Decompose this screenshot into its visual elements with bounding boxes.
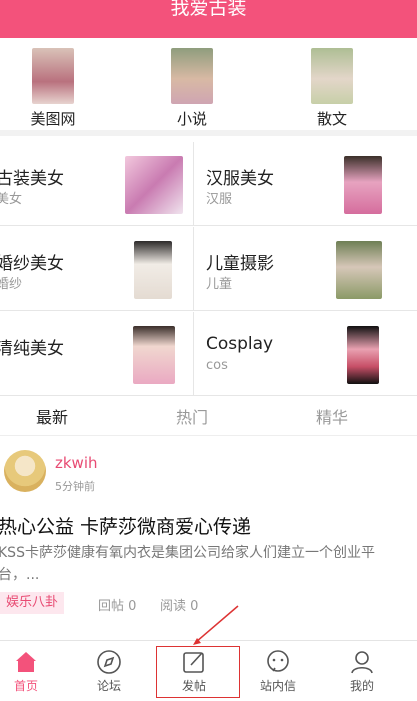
- category-sanwen[interactable]: 散文: [292, 48, 372, 129]
- grid-item-hanfu[interactable]: 汉服美女 汉服: [193, 142, 417, 226]
- grid-item-subtitle: cos: [206, 358, 228, 373]
- page-title: 我爱古装: [170, 0, 247, 19]
- girl-photo-thumb: [311, 48, 353, 104]
- category-label: 小说: [176, 110, 207, 128]
- grid-item-hunsha[interactable]: 婚纱美女 婚纱: [0, 227, 208, 311]
- grid-item-guzhuang[interactable]: 古装美女 美女: [0, 142, 208, 226]
- post-author[interactable]: zkwih: [55, 454, 98, 472]
- grid-item-title: 婚纱美女: [0, 254, 64, 274]
- grid-item-subtitle: 儿童: [206, 277, 233, 292]
- post-card[interactable]: zkwih 5分钟前 热心公益 卡萨莎微商爱心传递 KSS卡萨莎健康有氧内衣是集…: [0, 436, 417, 636]
- grid-item-title: 儿童摄影: [206, 254, 274, 274]
- category-xiaoshuo[interactable]: 小说: [152, 48, 232, 129]
- nav-home[interactable]: 首页: [0, 641, 61, 701]
- photo-thumb: [134, 241, 172, 299]
- nav-label: 站内信: [259, 679, 296, 693]
- photo-thumb: [133, 326, 175, 384]
- annotation-box: [156, 646, 240, 698]
- grid-item-subtitle: 婚纱: [0, 277, 23, 292]
- post-excerpt: KSS卡萨莎健康有氧内衣是集团公司给家人们建立一个创业平台，...: [0, 545, 375, 583]
- avatar[interactable]: [4, 450, 46, 492]
- category-grid: 古装美女 美女 汉服美女 汉服 婚纱美女 婚纱 儿童摄影 儿童 清纯美女 Cos…: [0, 142, 417, 396]
- grid-item-ertong[interactable]: 儿童摄影 儿童: [193, 227, 417, 311]
- grid-item-qingchun[interactable]: 清纯美女: [0, 312, 208, 396]
- tab-hot[interactable]: 热门: [176, 404, 208, 428]
- tab-latest[interactable]: 最新: [36, 404, 68, 428]
- grid-item-subtitle: 汉服: [206, 192, 233, 207]
- photo-thumb: [336, 241, 382, 299]
- reply-count: 回帖 0: [98, 599, 137, 614]
- read-count: 阅读 0: [160, 599, 199, 614]
- category-badge[interactable]: 娱乐八卦: [0, 592, 65, 614]
- app-header: 我爱古装: [0, 0, 417, 38]
- tab-featured[interactable]: 精华: [316, 404, 348, 428]
- photo-thumb: [347, 326, 379, 384]
- grid-item-title: 汉服美女: [206, 169, 274, 189]
- top-category-row: 美图网 小说 散文: [0, 38, 417, 136]
- grid-item-cosplay[interactable]: Cosplay cos: [193, 312, 417, 396]
- nav-messages[interactable]: 站内信: [243, 641, 313, 701]
- home-icon: [13, 649, 39, 675]
- category-label: 美图网: [30, 110, 76, 128]
- chat-bubble-icon: [265, 649, 291, 675]
- post-title[interactable]: 热心公益 卡萨莎微商爱心传递: [0, 512, 251, 539]
- nav-label: 我的: [349, 679, 374, 693]
- girl-photo-thumb: [171, 48, 213, 104]
- grid-item-title: 清纯美女: [0, 339, 64, 359]
- post-time: 5分钟前: [55, 480, 95, 493]
- nav-label: 首页: [13, 679, 38, 693]
- grid-item-subtitle: 美女: [0, 192, 23, 207]
- nav-profile[interactable]: 我的: [327, 641, 397, 701]
- category-label: 散文: [316, 110, 347, 128]
- compass-icon: [96, 649, 122, 675]
- category-meitu[interactable]: 美图网: [13, 48, 93, 129]
- person-icon: [349, 649, 375, 675]
- nav-label: 论坛: [96, 679, 121, 693]
- girl-photo-thumb: [32, 48, 74, 104]
- nav-forum[interactable]: 论坛: [74, 641, 144, 701]
- feed-tabs: 最新 热门 精华: [0, 396, 417, 436]
- grid-item-title: 古装美女: [0, 169, 64, 189]
- photo-thumb: [344, 156, 382, 214]
- grid-item-title: Cosplay: [206, 334, 274, 354]
- photo-thumb: [125, 156, 183, 214]
